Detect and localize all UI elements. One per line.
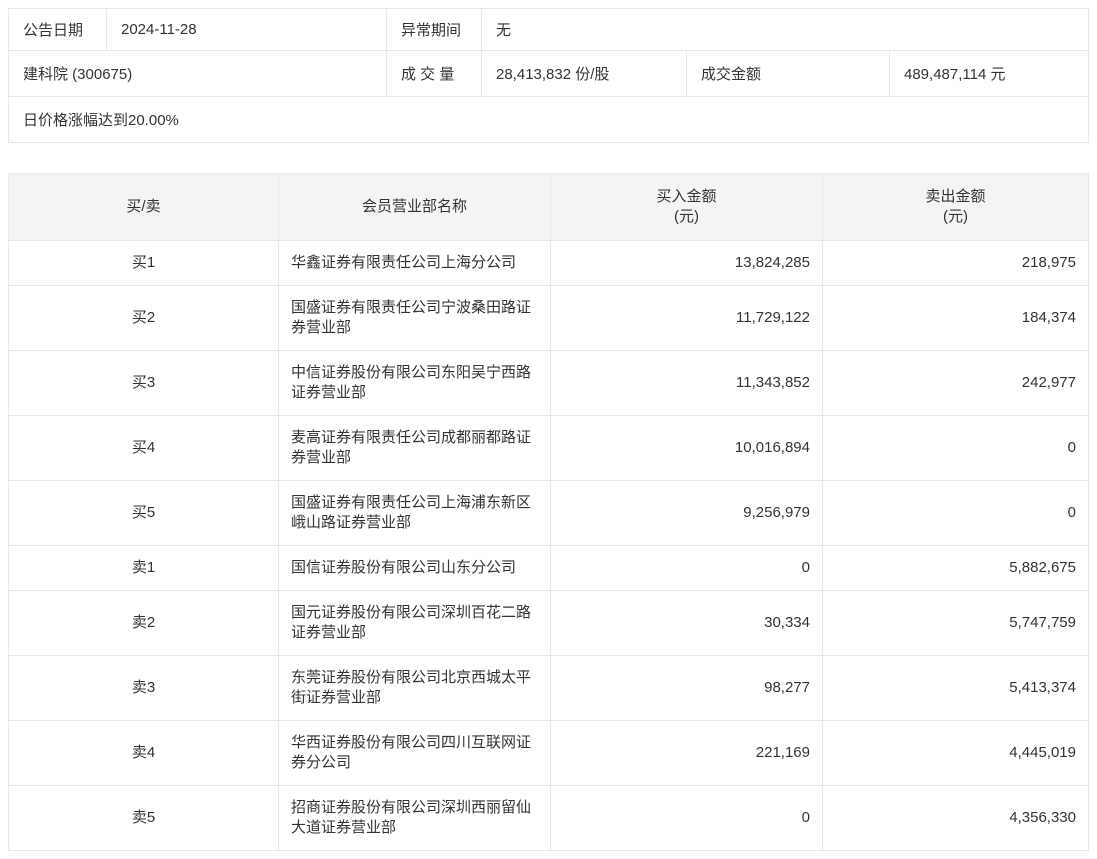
header-buy-amount-title: 买入金额 [656,188,717,205]
side-label: 卖4 [8,720,279,786]
abnormal-period-label: 异常期间 [386,9,481,50]
table-header-row: 买/卖 会员营业部名称 买入金额 (元) 卖出金额 (元) [8,173,1089,241]
turnover-value: 489,487,114 元 [889,51,1088,96]
buy-amount: 30,334 [550,590,823,656]
table-row: 买5 国盛证券有限责任公司上海浦东新区峨山路证券营业部 9,256,979 0 [8,480,1089,546]
branch-name: 华西证券股份有限公司四川互联网证券分公司 [278,720,551,786]
volume-label: 成 交 量 [386,51,481,96]
buy-amount: 13,824,285 [550,240,823,286]
side-label: 卖1 [8,545,279,591]
header-branch: 会员营业部名称 [278,173,551,241]
summary-panel: 公告日期 2024-11-28 异常期间 无 建科院 (300675) 成 交 … [8,8,1089,143]
side-label: 买5 [8,480,279,546]
sell-amount: 218,975 [822,240,1089,286]
table-row: 卖5 招商证券股份有限公司深圳西丽留仙大道证券营业部 0 4,356,330 [8,785,1089,851]
side-label: 买4 [8,415,279,481]
buy-amount: 11,729,122 [550,285,823,351]
buy-amount: 98,277 [550,655,823,721]
sell-amount: 5,747,759 [822,590,1089,656]
header-sell-amount-title: 卖出金额 [925,188,986,205]
sell-amount: 242,977 [822,350,1089,416]
table-row: 买1 华鑫证券有限责任公司上海分公司 13,824,285 218,975 [8,240,1089,286]
header-sell-amount: 卖出金额 (元) [822,173,1089,241]
branch-name: 国盛证券有限责任公司宁波桑田路证券营业部 [278,285,551,351]
summary-row-stock: 建科院 (300675) 成 交 量 28,413,832 份/股 成交金额 4… [9,50,1088,96]
trade-disclosure-page: 公告日期 2024-11-28 异常期间 无 建科院 (300675) 成 交 … [8,8,1089,851]
broker-table-body: 买1 华鑫证券有限责任公司上海分公司 13,824,285 218,975 买2… [8,240,1089,851]
sell-amount: 0 [822,415,1089,481]
header-buy-amount: 买入金额 (元) [550,173,823,241]
sell-amount: 184,374 [822,285,1089,351]
summary-row-note: 日价格涨幅达到20.00% [9,96,1088,142]
header-sell-amount-unit: (元) [943,208,968,225]
table-row: 卖3 东莞证券股份有限公司北京西城太平街证券营业部 98,277 5,413,3… [8,655,1089,721]
side-label: 买2 [8,285,279,351]
volume-value: 28,413,832 份/股 [481,51,686,96]
broker-table: 买/卖 会员营业部名称 买入金额 (元) 卖出金额 (元) 买1 华鑫证券有限责… [8,173,1089,851]
stock-name: 建科院 (300675) [23,66,133,83]
turnover-label: 成交金额 [686,51,889,96]
abnormal-period-value: 无 [481,9,1088,50]
side-label: 买1 [8,240,279,286]
table-row: 卖2 国元证券股份有限公司深圳百花二路证券营业部 30,334 5,747,75… [8,590,1089,656]
sell-amount: 0 [822,480,1089,546]
announce-date-label: 公告日期 [23,22,84,39]
table-row: 买2 国盛证券有限责任公司宁波桑田路证券营业部 11,729,122 184,3… [8,285,1089,351]
branch-name: 国盛证券有限责任公司上海浦东新区峨山路证券营业部 [278,480,551,546]
broker-table-wrap: 买/卖 会员营业部名称 买入金额 (元) 卖出金额 (元) 买1 华鑫证券有限责… [8,173,1089,851]
header-buy-amount-unit: (元) [674,208,699,225]
branch-name: 中信证券股份有限公司东阳吴宁西路证券营业部 [278,350,551,416]
side-label: 卖3 [8,655,279,721]
branch-name: 国元证券股份有限公司深圳百花二路证券营业部 [278,590,551,656]
buy-amount: 221,169 [550,720,823,786]
table-row: 买4 麦高证券有限责任公司成都丽都路证券营业部 10,016,894 0 [8,415,1089,481]
buy-amount: 10,016,894 [550,415,823,481]
header-side: 买/卖 [8,173,279,241]
sell-amount: 5,882,675 [822,545,1089,591]
announce-date-value: 2024-11-28 [106,9,386,50]
summary-row-announce: 公告日期 2024-11-28 异常期间 无 [9,9,1088,50]
branch-name: 招商证券股份有限公司深圳西丽留仙大道证券营业部 [278,785,551,851]
side-label: 买3 [8,350,279,416]
branch-name: 国信证券股份有限公司山东分公司 [278,545,551,591]
side-label: 卖5 [8,785,279,851]
buy-amount: 11,343,852 [550,350,823,416]
table-row: 卖4 华西证券股份有限公司四川互联网证券分公司 221,169 4,445,01… [8,720,1089,786]
buy-amount: 0 [550,545,823,591]
branch-name: 东莞证券股份有限公司北京西城太平街证券营业部 [278,655,551,721]
branch-name: 麦高证券有限责任公司成都丽都路证券营业部 [278,415,551,481]
buy-amount: 9,256,979 [550,480,823,546]
table-row: 卖1 国信证券股份有限公司山东分公司 0 5,882,675 [8,545,1089,591]
buy-amount: 0 [550,785,823,851]
sell-amount: 5,413,374 [822,655,1089,721]
branch-name: 华鑫证券有限责任公司上海分公司 [278,240,551,286]
price-change-note: 日价格涨幅达到20.00% [23,112,179,129]
sell-amount: 4,356,330 [822,785,1089,851]
sell-amount: 4,445,019 [822,720,1089,786]
table-row: 买3 中信证券股份有限公司东阳吴宁西路证券营业部 11,343,852 242,… [8,350,1089,416]
side-label: 卖2 [8,590,279,656]
